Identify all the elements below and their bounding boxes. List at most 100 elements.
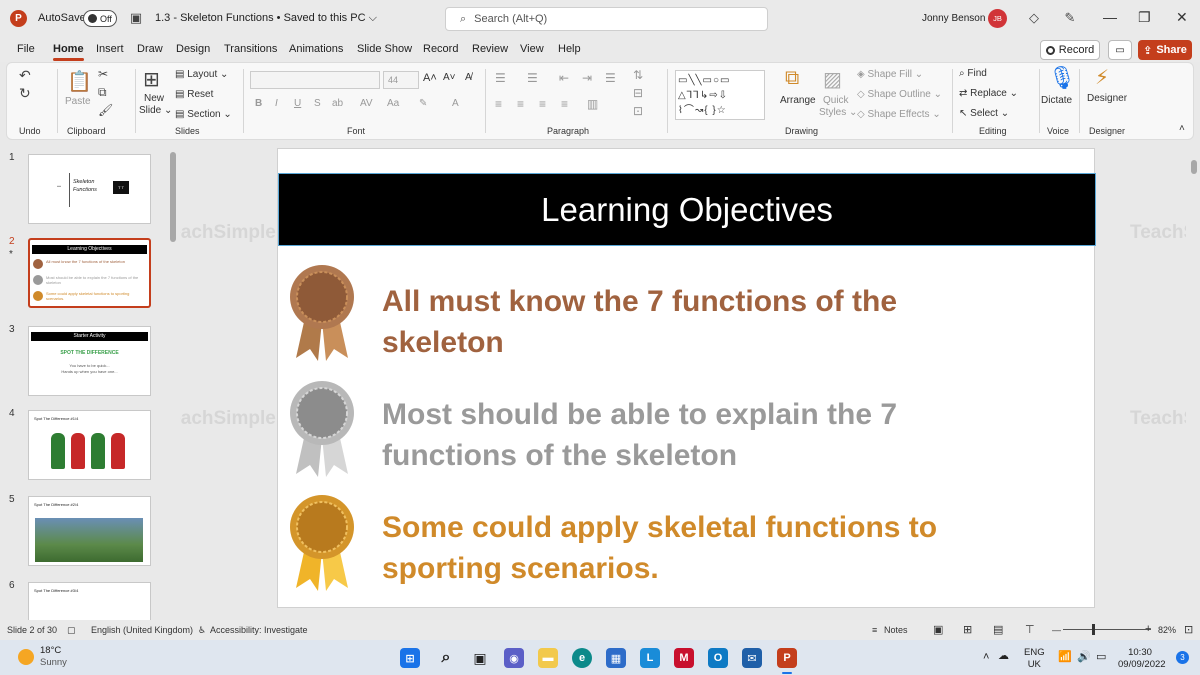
font-size-input[interactable]: 44 xyxy=(383,71,419,89)
mail-icon[interactable]: ✉ xyxy=(742,648,762,668)
normal-view-icon[interactable]: ▣ xyxy=(933,623,943,636)
increase-indent-icon[interactable]: ⇥ xyxy=(582,71,592,85)
weather-widget[interactable]: 18°C Sunny xyxy=(40,645,67,669)
restore-icon[interactable]: ❐ xyxy=(1138,9,1151,26)
app-o-icon[interactable]: O xyxy=(708,648,728,668)
strikethrough-icon[interactable]: ab xyxy=(332,98,343,109)
cloud-icon[interactable]: ☁ xyxy=(998,650,1009,662)
quick-styles-label[interactable]: Quick xyxy=(823,95,849,106)
spelling-icon[interactable]: ▢ xyxy=(67,625,76,636)
app-l-icon[interactable]: L xyxy=(640,648,660,668)
align-text-icon[interactable]: ⊟ xyxy=(633,86,643,100)
notes-label[interactable]: Notes xyxy=(884,625,908,635)
tab-design[interactable]: Design xyxy=(176,43,210,55)
paste-icon[interactable]: 📋 xyxy=(67,69,92,94)
store-icon[interactable]: ▦ xyxy=(606,648,626,668)
underline-icon[interactable]: U xyxy=(294,98,301,109)
shapes-gallery[interactable]: ▭╲╲▭○▭ △⅂⅂↳⇨⇩ ⌇⌒↝{ }☆ xyxy=(675,70,765,120)
bullets-icon[interactable]: ☰ xyxy=(495,71,506,85)
diamond-icon[interactable]: ◇ xyxy=(1026,10,1042,26)
collapse-ribbon-icon[interactable]: ˄ xyxy=(1179,123,1185,134)
user-name[interactable]: Jonny Benson xyxy=(922,13,985,24)
align-right-icon[interactable]: ≡ xyxy=(539,97,546,111)
tab-slide-show[interactable]: Slide Show xyxy=(357,43,412,55)
tab-home[interactable]: Home xyxy=(53,43,84,61)
volume-icon[interactable]: 🔊 xyxy=(1077,651,1091,663)
redo-icon[interactable]: ↻ xyxy=(19,85,31,102)
font-name-input[interactable] xyxy=(250,71,380,89)
zoom-out-icon[interactable]: — xyxy=(1052,625,1061,635)
objective-3[interactable]: Some could apply skeletal functions to s… xyxy=(382,507,1002,589)
zoom-level[interactable]: 82% xyxy=(1158,625,1176,635)
tab-help[interactable]: Help xyxy=(558,43,581,55)
comments-button[interactable]: ▭ xyxy=(1108,40,1132,60)
tab-view[interactable]: View xyxy=(520,43,544,55)
tab-review[interactable]: Review xyxy=(472,43,508,55)
scrollbar-thumb[interactable] xyxy=(1191,160,1197,174)
section-button[interactable]: ▤ Section ⌄ xyxy=(175,109,232,120)
slide-thumbnail-2[interactable]: Learning Objectives All must know the 7 … xyxy=(28,238,151,308)
undo-icon[interactable]: ↶ xyxy=(19,67,31,84)
search-box[interactable]: ⌕ Search (Alt+Q) xyxy=(445,7,768,31)
pen-icon[interactable]: ✎ xyxy=(1062,10,1078,26)
align-left-icon[interactable]: ≡ xyxy=(495,97,502,111)
tab-record[interactable]: Record xyxy=(423,43,458,55)
select-button[interactable]: ↖ Select ⌄ xyxy=(959,108,1009,119)
accessibility-label[interactable]: Accessibility: Investigate xyxy=(210,625,308,635)
clock[interactable]: 10:30 09/09/2022 xyxy=(1118,647,1166,671)
arrange-icon[interactable]: ⧉ xyxy=(785,67,799,90)
minimize-icon[interactable]: — xyxy=(1103,9,1117,25)
zoom-slider[interactable] xyxy=(1063,629,1151,630)
record-button[interactable]: Record xyxy=(1040,40,1100,60)
tray-chevron-icon[interactable]: ˄ xyxy=(983,651,989,663)
language-indicator[interactable]: ENG UK xyxy=(1024,647,1045,671)
dictate-label[interactable]: Dictate xyxy=(1041,95,1072,106)
new-slide-label[interactable]: New xyxy=(144,93,164,104)
numbering-icon[interactable]: ☰ xyxy=(527,71,538,85)
zoom-in-icon[interactable]: + xyxy=(1145,623,1151,635)
windows-start-icon[interactable]: ⊞ xyxy=(400,648,420,668)
document-title[interactable]: 1.3 - Skeleton Functions • Saved to this… xyxy=(155,12,377,25)
objective-1[interactable]: All must know the 7 functions of the ske… xyxy=(382,281,1002,363)
close-icon[interactable]: ✕ xyxy=(1176,9,1188,26)
reset-button[interactable]: ▤ Reset xyxy=(175,89,213,100)
autosave-toggle[interactable]: Off xyxy=(83,10,117,27)
designer-icon[interactable]: ⚡ xyxy=(1095,65,1109,90)
copy-icon[interactable]: ⧉ xyxy=(98,85,107,100)
font-color-icon[interactable]: A xyxy=(452,98,459,109)
reading-view-icon[interactable]: ▤ xyxy=(993,623,1003,636)
powerpoint-taskbar-icon[interactable]: P xyxy=(777,648,797,668)
new-slide-label-2[interactable]: Slide ⌄ xyxy=(139,105,172,116)
slide-thumbnail-4[interactable]: Spot The Difference #1/4 xyxy=(28,410,151,480)
decrease-indent-icon[interactable]: ⇤ xyxy=(559,71,569,85)
file-explorer-icon[interactable]: ▬ xyxy=(538,648,558,668)
tab-draw[interactable]: Draw xyxy=(137,43,163,55)
designer-label[interactable]: Designer xyxy=(1087,93,1127,104)
slideshow-view-icon[interactable]: ⊤ xyxy=(1025,623,1035,636)
search-icon[interactable]: ⌕ xyxy=(436,648,456,668)
line-spacing-icon[interactable]: ☰ xyxy=(605,71,616,85)
smartart-icon[interactable]: ⊡ xyxy=(633,104,643,118)
arrange-label[interactable]: Arrange xyxy=(780,95,816,106)
text-direction-icon[interactable]: ⇅ xyxy=(633,68,643,82)
fit-slide-icon[interactable]: ⊡ xyxy=(1184,623,1193,636)
new-slide-icon[interactable]: ⊞ xyxy=(143,67,160,92)
tab-animations[interactable]: Animations xyxy=(289,43,343,55)
find-button[interactable]: ⌕ Find xyxy=(959,68,987,79)
quick-styles-icon[interactable]: ▨ xyxy=(823,67,842,92)
language-label[interactable]: English (United Kingdom) xyxy=(91,625,193,635)
notes-icon[interactable]: ≡ xyxy=(872,625,877,635)
italic-icon[interactable]: I xyxy=(275,98,278,109)
layout-button[interactable]: ▤ Layout ⌄ xyxy=(175,69,228,80)
paste-label[interactable]: Paste xyxy=(65,96,91,107)
avatar[interactable]: JB xyxy=(988,9,1007,28)
bold-icon[interactable]: B xyxy=(255,98,262,109)
mcafee-icon[interactable]: M xyxy=(674,648,694,668)
format-painter-icon[interactable]: 🖌 xyxy=(98,103,113,117)
share-button[interactable]: ⇪ Share xyxy=(1138,40,1192,60)
tab-file[interactable]: File xyxy=(17,43,35,55)
replace-button[interactable]: ⇄ Replace ⌄ xyxy=(959,88,1018,99)
tab-insert[interactable]: Insert xyxy=(96,43,124,55)
columns-icon[interactable]: ▥ xyxy=(587,97,598,111)
shape-effects-button[interactable]: ◇ Shape Effects ⌄ xyxy=(857,109,941,120)
